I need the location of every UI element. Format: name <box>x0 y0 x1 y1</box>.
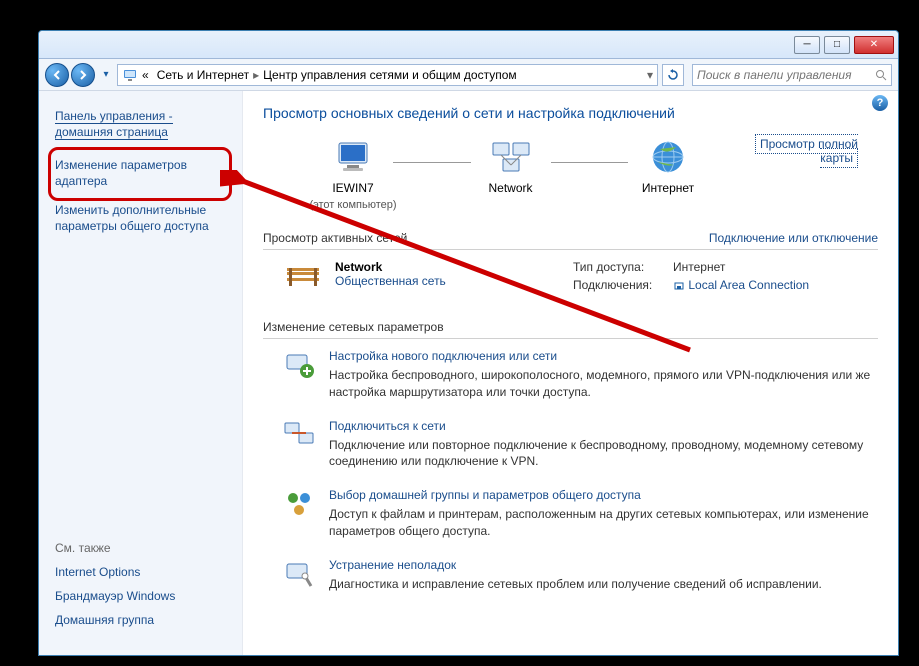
control-panel-window: ─ □ ✕ ▾ « Сеть и Интернет ▸ Центр управл… <box>38 30 899 656</box>
maximize-button[interactable]: □ <box>824 36 850 54</box>
homegroup-icon <box>283 488 315 520</box>
chevron-down-icon[interactable]: ▾ <box>647 68 653 82</box>
this-computer-node: IEWIN7 (этот компьютер) <box>293 137 413 211</box>
active-network-item: Network Общественная сеть Тип доступа: И… <box>263 260 878 296</box>
network-map: IEWIN7 (этот компьютер) Network Ин <box>263 137 878 221</box>
setup-new-connection-item: Настройка нового подключения или сети На… <box>283 349 878 401</box>
connect-disconnect-link[interactable]: Подключение или отключение <box>709 231 878 245</box>
troubleshoot-link[interactable]: Устранение неполадок <box>329 558 822 572</box>
connect-to-network-item: Подключиться к сети Подключение или повт… <box>283 419 878 471</box>
windows-firewall-link[interactable]: Брандмауэр Windows <box>55 589 226 603</box>
search-input[interactable] <box>697 68 875 82</box>
access-type-label: Тип доступа: <box>573 260 673 274</box>
connections-label: Подключения: <box>573 278 673 292</box>
page-title: Просмотр основных сведений о сети и наст… <box>263 105 878 121</box>
access-type-value: Интернет <box>673 260 725 274</box>
connect-network-icon <box>283 419 315 451</box>
view-full-map-link[interactable]: Просмотр полной карты <box>755 134 858 168</box>
ethernet-icon <box>673 278 688 292</box>
search-icon[interactable] <box>875 69 887 81</box>
network-node: Network <box>451 137 571 211</box>
network-settings-header: Изменение сетевых параметров <box>263 316 878 339</box>
refresh-button[interactable] <box>662 64 684 86</box>
computer-icon <box>333 137 373 177</box>
search-box[interactable] <box>692 64 892 86</box>
forward-button[interactable] <box>71 63 95 87</box>
cp-icon <box>122 67 138 83</box>
titlebar: ─ □ ✕ <box>39 31 898 59</box>
advanced-sharing-settings-link[interactable]: Изменить дополнительные параметры общего… <box>55 203 226 234</box>
main-panel: ? Просмотр основных сведений о сети и на… <box>243 91 898 655</box>
history-dropdown[interactable]: ▾ <box>99 65 113 85</box>
back-button[interactable] <box>45 63 69 87</box>
troubleshoot-icon <box>283 558 315 590</box>
control-panel-home-link[interactable]: Панель управления - домашняя страница <box>55 109 226 140</box>
network-icon <box>491 137 531 177</box>
internet-node: Интернет <box>608 137 728 211</box>
settings-list: Настройка нового подключения или сети На… <box>263 349 878 593</box>
homegroup-link[interactable]: Домашняя группа <box>55 613 226 627</box>
sidebar: Панель управления - домашняя страница Из… <box>39 91 243 655</box>
connect-to-network-link[interactable]: Подключиться к сети <box>329 419 878 433</box>
breadcrumb-sep: « <box>138 68 153 82</box>
internet-options-link[interactable]: Internet Options <box>55 565 226 579</box>
breadcrumb-seg1[interactable]: Сеть и Интернет <box>153 68 253 82</box>
troubleshoot-item: Устранение неполадок Диагностика и испра… <box>283 558 878 593</box>
help-icon[interactable]: ? <box>872 95 888 111</box>
breadcrumb-seg2[interactable]: Центр управления сетями и общим доступом <box>259 68 521 82</box>
homegroup-sharing-item: Выбор домашней группы и параметров общег… <box>283 488 878 540</box>
breadcrumb[interactable]: « Сеть и Интернет ▸ Центр управления сет… <box>117 64 658 86</box>
globe-icon <box>648 137 688 177</box>
homegroup-sharing-link[interactable]: Выбор домашней группы и параметров общег… <box>329 488 878 502</box>
setup-new-connection-link[interactable]: Настройка нового подключения или сети <box>329 349 878 363</box>
close-button[interactable]: ✕ <box>854 36 894 54</box>
new-connection-icon <box>283 349 315 381</box>
address-bar: ▾ « Сеть и Интернет ▸ Центр управления с… <box>39 59 898 91</box>
network-name: Network <box>335 260 446 274</box>
network-type-link[interactable]: Общественная сеть <box>335 274 446 288</box>
park-bench-icon <box>283 260 323 290</box>
active-networks-header: Просмотр активных сетей Подключение или … <box>263 227 878 250</box>
see-also-heading: См. также <box>55 541 226 555</box>
connection-link[interactable]: Local Area Connection <box>688 278 809 292</box>
minimize-button[interactable]: ─ <box>794 36 820 54</box>
change-adapter-settings-link[interactable]: Изменение параметров адаптера <box>55 158 226 189</box>
